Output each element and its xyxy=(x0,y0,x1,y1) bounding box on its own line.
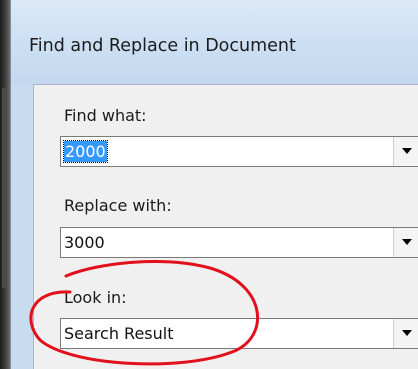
dialog-body: Find what: 2000 Replace with: 3000 Look … xyxy=(33,84,418,369)
look-in-label: Look in: xyxy=(64,288,127,307)
find-what-value[interactable]: 2000 xyxy=(63,140,108,163)
replace-with-combobox[interactable]: 3000 xyxy=(60,227,418,258)
look-in-combobox[interactable]: Search Result xyxy=(60,318,418,349)
screenshot-canvas: Find and Replace in Document Find what: … xyxy=(0,0,418,369)
background-window-edge xyxy=(0,0,10,369)
replace-with-dropdown-button[interactable] xyxy=(393,228,418,257)
look-in-dropdown-button[interactable] xyxy=(393,319,418,348)
chevron-down-icon xyxy=(402,148,412,154)
chevron-down-icon xyxy=(402,330,412,336)
replace-with-label: Replace with: xyxy=(64,196,172,215)
dialog-title-bar[interactable]: Find and Replace in Document xyxy=(11,0,418,84)
look-in-value[interactable]: Search Result xyxy=(64,323,174,344)
find-replace-dialog: Find and Replace in Document Find what: … xyxy=(10,0,418,369)
dialog-title: Find and Replace in Document xyxy=(29,36,296,56)
find-what-dropdown-button[interactable] xyxy=(393,137,418,166)
find-what-combobox[interactable]: 2000 xyxy=(60,136,418,167)
replace-with-value[interactable]: 3000 xyxy=(64,232,105,253)
find-what-label: Find what: xyxy=(64,106,147,125)
chevron-down-icon xyxy=(402,239,412,245)
